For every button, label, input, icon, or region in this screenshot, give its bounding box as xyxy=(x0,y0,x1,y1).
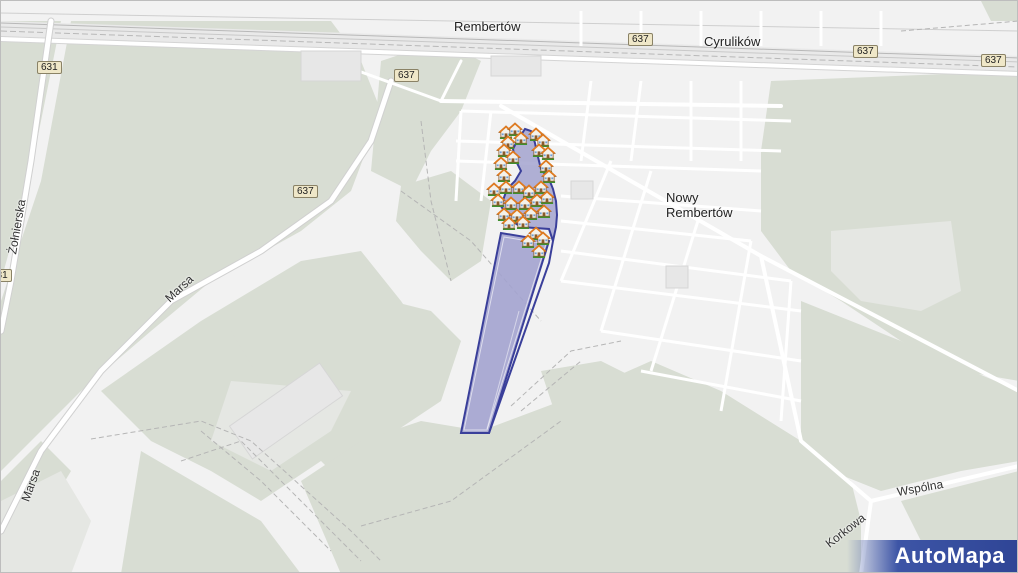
road-shield-631: 631 xyxy=(37,61,62,74)
map-canvas xyxy=(1,1,1017,572)
road-shield-631-edge: 631 xyxy=(1,269,12,282)
automapa-logo[interactable]: AutoMapa xyxy=(847,540,1017,572)
house-icon[interactable] xyxy=(540,146,556,160)
house-icon[interactable] xyxy=(531,244,547,258)
map-view[interactable]: Rembertów Cyrulików Nowy Rembertów Żołni… xyxy=(0,0,1018,573)
road-shield-637-d: 637 xyxy=(853,45,878,58)
road-shield-637-c: 637 xyxy=(628,33,653,46)
road-shield-637-b: 637 xyxy=(293,185,318,198)
road-shield-637-a: 637 xyxy=(394,69,419,82)
house-icon[interactable] xyxy=(536,204,552,218)
place-label-nowy-rembertow-line1: Nowy xyxy=(666,190,699,205)
place-label-rembertow: Rembertów xyxy=(454,19,521,34)
house-icon[interactable] xyxy=(535,231,551,245)
road-shield-637-e: 637 xyxy=(981,54,1006,67)
place-label-nowy-rembertow-line2: Rembertów xyxy=(666,205,733,220)
place-label-cyrulikow: Cyrulików xyxy=(704,34,761,49)
house-icon[interactable] xyxy=(539,190,555,204)
